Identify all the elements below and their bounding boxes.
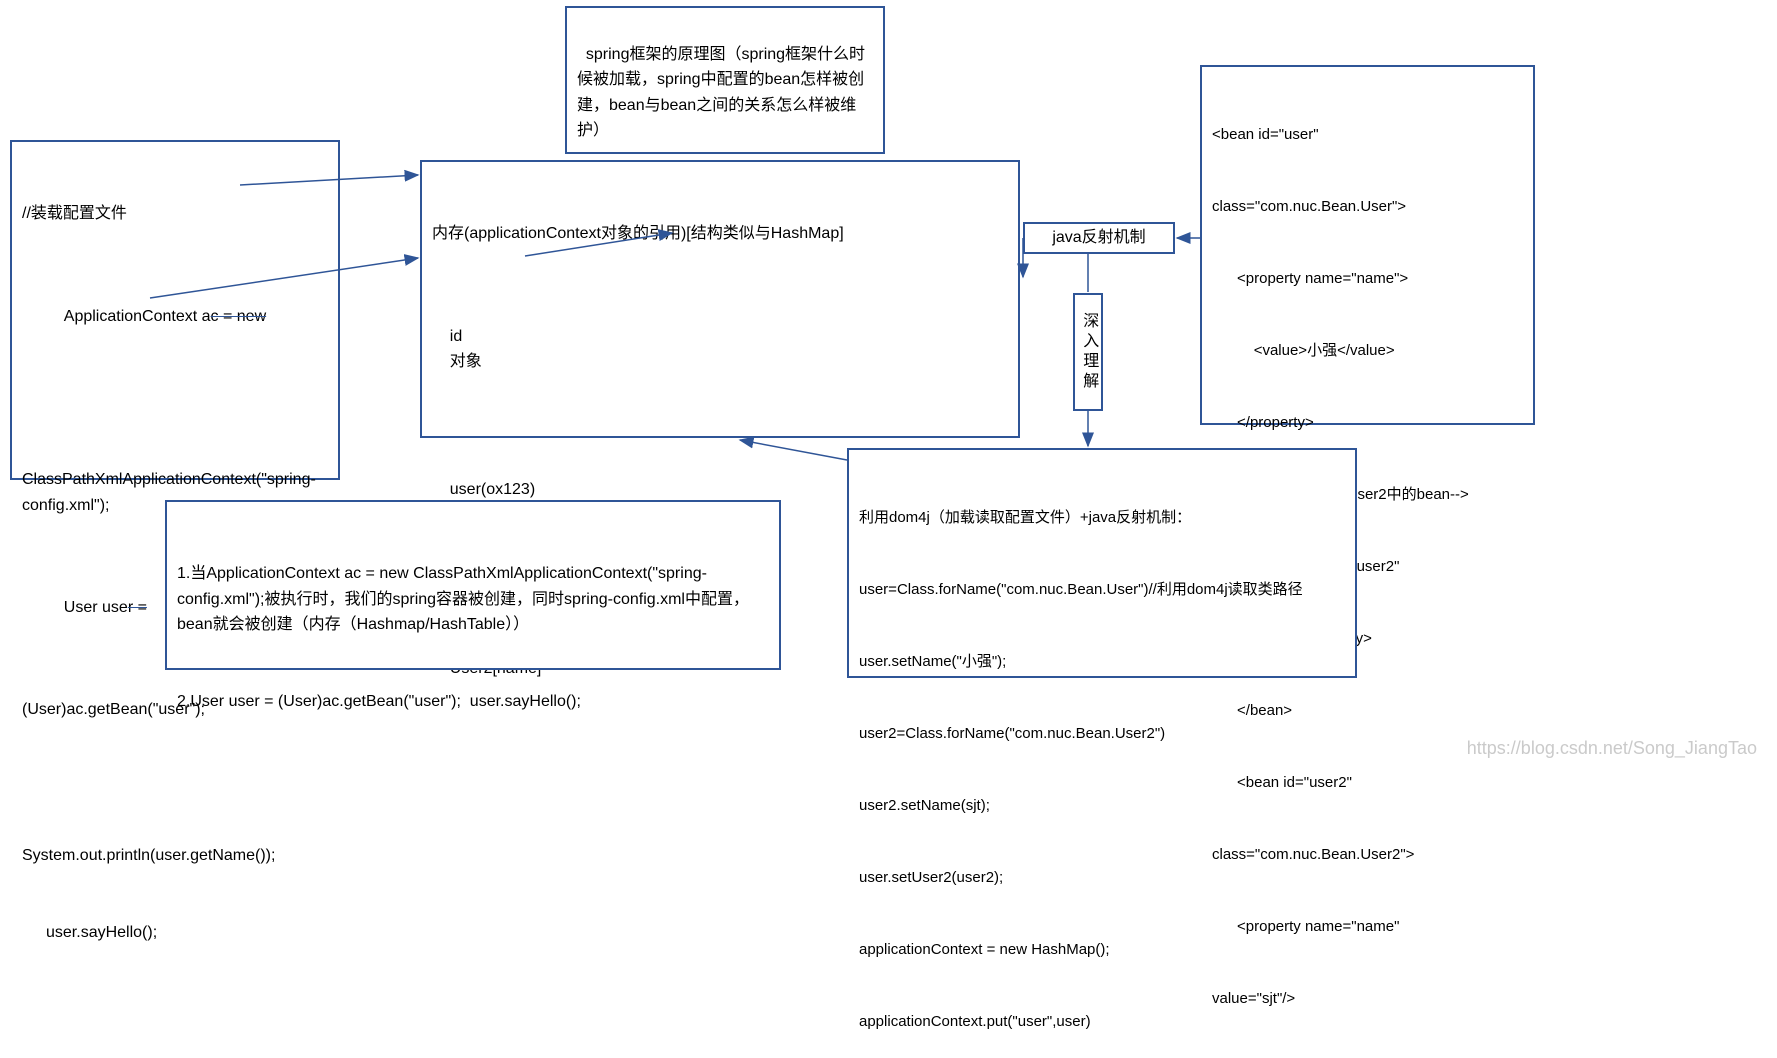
xml-l12: <property name="name" — [1212, 915, 1523, 939]
xml-l2: class="com.nuc.Bean.User"> — [1212, 195, 1523, 219]
memory-col1: id — [450, 324, 570, 350]
title-box: spring框架的原理图（spring框架什么时候被加载，spring中配置的b… — [565, 6, 885, 154]
dom4j-box: 利用dom4j（加载读取配置文件）+java反射机制： user=Class.f… — [847, 448, 1357, 678]
watermark: https://blog.csdn.net/Song_JiangTao — [1467, 738, 1757, 759]
dom4j-l1: 利用dom4j（加载读取配置文件）+java反射机制： — [859, 506, 1345, 530]
explain-l1: 1.当ApplicationContext ac = new ClassPath… — [177, 561, 769, 638]
xml-l5: </property> — [1212, 411, 1523, 435]
code-line5: System.out.println(user.getName()); — [22, 843, 328, 869]
xml-l3: <property name="name"> — [1212, 267, 1523, 291]
xml-l4: <value>小强</value> — [1212, 339, 1523, 363]
reflect-label: java反射机制 — [1052, 227, 1145, 249]
xml-box: <bean id="user" class="com.nuc.Bean.User… — [1200, 65, 1535, 425]
dom4j-l8: applicationContext.put("user",user) — [859, 1010, 1345, 1034]
dom4j-l4: user2=Class.forName("com.nuc.Bean.User2"… — [859, 722, 1345, 746]
xml-l1: <bean id="user" — [1212, 123, 1523, 147]
code-line6: user.sayHello(); — [22, 920, 328, 946]
code-comment: //装载配置文件 — [22, 201, 328, 227]
deep-label-box: 深入理解 — [1073, 293, 1103, 411]
reflect-label-box: java反射机制 — [1023, 222, 1175, 254]
memory-col2: 对象 — [450, 349, 482, 375]
xml-l10: <bean id="user2" — [1212, 771, 1523, 795]
explain-l2: 2.User user = (User)ac.getBean("user"); … — [177, 689, 769, 715]
code-line1: ApplicationContext ac = new — [22, 278, 328, 355]
memory-row1a: user(ox123) — [450, 477, 570, 503]
dom4j-l7: applicationContext = new HashMap(); — [859, 938, 1345, 962]
dom4j-l2: user=Class.forName("com.nuc.Bean.User")/… — [859, 578, 1345, 602]
code-box: //装载配置文件 ApplicationContext ac = new Cla… — [10, 140, 340, 480]
xml-l11: class="com.nuc.Bean.User2"> — [1212, 843, 1523, 867]
dom4j-l3: user.setName("小强"); — [859, 650, 1345, 674]
dom4j-l6: user.setUser2(user2); — [859, 866, 1345, 890]
xml-l13: value="sjt"/> — [1212, 987, 1523, 1011]
title-text: spring框架的原理图（spring框架什么时候被加载，spring中配置的b… — [577, 46, 865, 140]
memory-box: 内存(applicationContext对象的引用)[结构类似与HashMap… — [420, 160, 1020, 438]
explain-box: 1.当ApplicationContext ac = new ClassPath… — [165, 500, 781, 670]
deep-label: 深入理解 — [1077, 312, 1099, 392]
memory-title: 内存(applicationContext对象的引用)[结构类似与HashMap… — [432, 221, 1008, 247]
dom4j-l5: user2.setName(sjt); — [859, 794, 1345, 818]
